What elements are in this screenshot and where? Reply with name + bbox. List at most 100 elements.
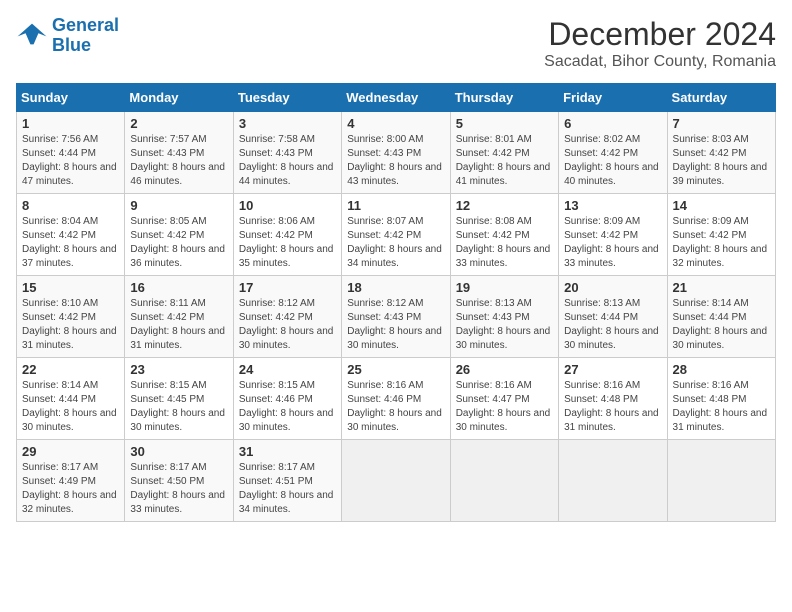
calendar-table: SundayMondayTuesdayWednesdayThursdayFrid… [16, 83, 776, 522]
day-number: 1 [22, 116, 119, 131]
column-header-tuesday: Tuesday [233, 84, 341, 112]
page-header: General Blue December 2024 Sacadat, Biho… [16, 16, 776, 71]
day-number: 2 [130, 116, 227, 131]
day-number: 27 [564, 362, 661, 377]
title-block: December 2024 Sacadat, Bihor County, Rom… [544, 16, 776, 71]
day-number: 7 [673, 116, 770, 131]
calendar-cell [450, 440, 558, 522]
calendar-cell: 1Sunrise: 7:56 AMSunset: 4:44 PMDaylight… [17, 112, 125, 194]
day-detail: Sunrise: 8:03 AMSunset: 4:42 PMDaylight:… [673, 133, 770, 189]
logo: General Blue [16, 16, 119, 56]
day-detail: Sunrise: 8:01 AMSunset: 4:42 PMDaylight:… [456, 133, 553, 189]
day-number: 6 [564, 116, 661, 131]
calendar-cell: 12 Sunrise: 8:08 AMSunset: 4:42 PMDayligh… [450, 194, 558, 276]
calendar-cell: 16 Sunrise: 8:11 AMSunset: 4:42 PMDayligh… [125, 276, 233, 358]
day-number: 14 [673, 198, 770, 213]
calendar-cell: 31Sunrise: 8:17 AMSunset: 4:51 PMDayligh… [233, 440, 341, 522]
calendar-cell: 2Sunrise: 7:57 AMSunset: 4:43 PMDaylight… [125, 112, 233, 194]
calendar-week-4: 22Sunrise: 8:14 AMSunset: 4:44 PMDayligh… [17, 358, 776, 440]
day-number: 3 [239, 116, 336, 131]
day-number: 19 [456, 280, 553, 295]
day-number: 18 [347, 280, 444, 295]
day-detail: Sunrise: 8:17 AMSunset: 4:50 PMDaylight:… [130, 461, 227, 517]
day-number: 20 [564, 280, 661, 295]
calendar-cell: 22Sunrise: 8:14 AMSunset: 4:44 PMDayligh… [17, 358, 125, 440]
calendar-cell: 30 Sunrise: 8:17 AMSunset: 4:50 PMDayligh… [125, 440, 233, 522]
day-number: 13 [564, 198, 661, 213]
day-detail: Sunrise: 8:14 AMSunset: 4:44 PMDaylight:… [673, 297, 770, 353]
calendar-cell: 13 Sunrise: 8:09 AMSunset: 4:42 PMDayligh… [559, 194, 667, 276]
logo-text: General Blue [52, 16, 119, 56]
column-header-sunday: Sunday [17, 84, 125, 112]
calendar-header: SundayMondayTuesdayWednesdayThursdayFrid… [17, 84, 776, 112]
column-header-monday: Monday [125, 84, 233, 112]
day-detail: Sunrise: 8:15 AMSunset: 4:46 PMDaylight:… [239, 379, 336, 435]
day-number: 11 [347, 198, 444, 213]
day-detail: Sunrise: 8:07 AMSunset: 4:42 PMDaylight:… [347, 215, 444, 271]
calendar-cell [342, 440, 450, 522]
page-title: December 2024 [544, 16, 776, 53]
day-number: 4 [347, 116, 444, 131]
calendar-cell: 28Sunrise: 8:16 AMSunset: 4:48 PMDayligh… [667, 358, 775, 440]
page-subtitle: Sacadat, Bihor County, Romania [544, 53, 776, 71]
column-header-wednesday: Wednesday [342, 84, 450, 112]
calendar-cell: 21 Sunrise: 8:14 AMSunset: 4:44 PMDayligh… [667, 276, 775, 358]
day-number: 21 [673, 280, 770, 295]
day-detail: Sunrise: 8:05 AMSunset: 4:42 PMDaylight:… [130, 215, 227, 271]
day-detail: Sunrise: 8:16 AMSunset: 4:46 PMDaylight:… [347, 379, 444, 435]
calendar-week-2: 8 Sunrise: 8:04 AMSunset: 4:42 PMDaylight… [17, 194, 776, 276]
day-detail: Sunrise: 8:16 AMSunset: 4:47 PMDaylight:… [456, 379, 553, 435]
calendar-cell: 27 Sunrise: 8:16 AMSunset: 4:48 PMDayligh… [559, 358, 667, 440]
day-number: 15 [22, 280, 119, 295]
day-number: 30 [130, 444, 227, 459]
calendar-cell: 23Sunrise: 8:15 AMSunset: 4:45 PMDayligh… [125, 358, 233, 440]
calendar-body: 1Sunrise: 7:56 AMSunset: 4:44 PMDaylight… [17, 112, 776, 522]
calendar-week-1: 1Sunrise: 7:56 AMSunset: 4:44 PMDaylight… [17, 112, 776, 194]
day-detail: Sunrise: 8:12 AMSunset: 4:43 PMDaylight:… [347, 297, 444, 353]
day-detail: Sunrise: 8:13 AMSunset: 4:44 PMDaylight:… [564, 297, 661, 353]
calendar-cell: 3 Sunrise: 7:58 AMSunset: 4:43 PMDaylight… [233, 112, 341, 194]
calendar-cell: 4 Sunrise: 8:00 AMSunset: 4:43 PMDaylight… [342, 112, 450, 194]
calendar-cell: 24 Sunrise: 8:15 AMSunset: 4:46 PMDayligh… [233, 358, 341, 440]
day-detail: Sunrise: 8:12 AMSunset: 4:42 PMDaylight:… [239, 297, 336, 353]
day-number: 29 [22, 444, 119, 459]
day-number: 31 [239, 444, 336, 459]
calendar-cell: 15Sunrise: 8:10 AMSunset: 4:42 PMDayligh… [17, 276, 125, 358]
day-detail: Sunrise: 8:16 AMSunset: 4:48 PMDaylight:… [564, 379, 661, 435]
column-header-saturday: Saturday [667, 84, 775, 112]
day-number: 16 [130, 280, 227, 295]
day-number: 5 [456, 116, 553, 131]
day-detail: Sunrise: 8:08 AMSunset: 4:42 PMDaylight:… [456, 215, 553, 271]
calendar-cell: 9 Sunrise: 8:05 AMSunset: 4:42 PMDaylight… [125, 194, 233, 276]
calendar-cell: 26 Sunrise: 8:16 AMSunset: 4:47 PMDayligh… [450, 358, 558, 440]
day-number: 9 [130, 198, 227, 213]
day-detail: Sunrise: 8:00 AMSunset: 4:43 PMDaylight:… [347, 133, 444, 189]
day-detail: Sunrise: 8:17 AMSunset: 4:49 PMDaylight:… [22, 461, 119, 517]
day-detail: Sunrise: 8:11 AMSunset: 4:42 PMDaylight:… [130, 297, 227, 353]
day-number: 12 [456, 198, 553, 213]
column-header-friday: Friday [559, 84, 667, 112]
column-header-thursday: Thursday [450, 84, 558, 112]
calendar-cell [667, 440, 775, 522]
calendar-cell: 5 Sunrise: 8:01 AMSunset: 4:42 PMDaylight… [450, 112, 558, 194]
day-number: 26 [456, 362, 553, 377]
day-number: 28 [673, 362, 770, 377]
day-number: 10 [239, 198, 336, 213]
day-detail: Sunrise: 8:13 AMSunset: 4:43 PMDaylight:… [456, 297, 553, 353]
day-detail: Sunrise: 7:58 AMSunset: 4:43 PMDaylight:… [239, 133, 336, 189]
calendar-cell: 14Sunrise: 8:09 AMSunset: 4:42 PMDayligh… [667, 194, 775, 276]
day-detail: Sunrise: 8:09 AMSunset: 4:42 PMDaylight:… [564, 215, 661, 271]
day-number: 17 [239, 280, 336, 295]
day-detail: Sunrise: 8:04 AMSunset: 4:42 PMDaylight:… [22, 215, 119, 271]
calendar-cell: 7 Sunrise: 8:03 AMSunset: 4:42 PMDaylight… [667, 112, 775, 194]
day-number: 24 [239, 362, 336, 377]
calendar-cell: 10Sunrise: 8:06 AMSunset: 4:42 PMDayligh… [233, 194, 341, 276]
day-detail: Sunrise: 8:14 AMSunset: 4:44 PMDaylight:… [22, 379, 119, 435]
calendar-week-3: 15Sunrise: 8:10 AMSunset: 4:42 PMDayligh… [17, 276, 776, 358]
calendar-cell: 11 Sunrise: 8:07 AMSunset: 4:42 PMDayligh… [342, 194, 450, 276]
calendar-cell: 19 Sunrise: 8:13 AMSunset: 4:43 PMDayligh… [450, 276, 558, 358]
calendar-cell: 6 Sunrise: 8:02 AMSunset: 4:42 PMDaylight… [559, 112, 667, 194]
calendar-cell: 17 Sunrise: 8:12 AMSunset: 4:42 PMDayligh… [233, 276, 341, 358]
day-number: 8 [22, 198, 119, 213]
day-detail: Sunrise: 8:02 AMSunset: 4:42 PMDaylight:… [564, 133, 661, 189]
